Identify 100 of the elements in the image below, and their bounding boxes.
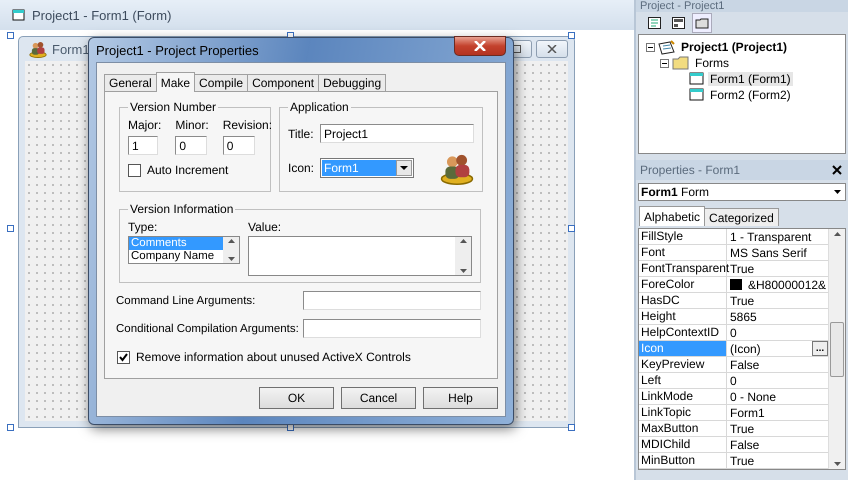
property-value: True xyxy=(730,422,754,436)
tab[interactable]: Component xyxy=(247,74,320,91)
form-icon xyxy=(689,88,705,102)
property-name[interactable]: HelpContextID xyxy=(639,325,727,340)
form-icon xyxy=(672,17,684,29)
property-name[interactable]: Font xyxy=(639,245,727,260)
collapse-icon[interactable] xyxy=(660,58,669,68)
arguments-field[interactable] xyxy=(302,319,481,338)
resize-handle[interactable] xyxy=(7,424,14,431)
value-field[interactable] xyxy=(248,236,472,276)
scroll-up-icon[interactable] xyxy=(228,239,234,243)
field-label: Title: xyxy=(288,126,314,140)
tab[interactable]: Compile xyxy=(194,74,248,91)
number-field[interactable]: 1 xyxy=(128,136,158,155)
tab[interactable]: Make xyxy=(156,72,196,92)
property-name[interactable]: FontTransparent xyxy=(639,261,727,276)
resize-handle[interactable] xyxy=(568,225,575,232)
close-button[interactable] xyxy=(454,36,506,56)
property-name[interactable]: MaxButton xyxy=(639,421,727,436)
field-label: Major: xyxy=(128,118,162,132)
property-name[interactable]: FillStyle xyxy=(639,229,727,244)
resize-handle[interactable] xyxy=(7,225,14,232)
tab[interactable]: Categorized xyxy=(704,208,779,226)
form-icon xyxy=(689,72,705,86)
checkbox[interactable] xyxy=(128,164,141,176)
dropdown-icon[interactable] xyxy=(834,190,841,194)
property-name[interactable]: KeyPreview xyxy=(639,357,727,372)
scroll-down-icon[interactable] xyxy=(228,257,234,261)
property-value: Form1 xyxy=(730,406,765,420)
close-button[interactable] xyxy=(830,163,844,177)
property-name[interactable]: LinkTopic xyxy=(639,405,727,420)
object-dropdown[interactable]: Form1 Form xyxy=(638,183,846,201)
resize-handle[interactable] xyxy=(7,32,14,39)
field-label: Value: xyxy=(248,220,282,234)
list-item[interactable]: Company Name xyxy=(129,250,223,263)
toggle-folders-button[interactable] xyxy=(692,13,712,33)
project-icon xyxy=(658,40,676,54)
users-icon xyxy=(29,40,47,58)
dialog-button[interactable]: Help xyxy=(423,387,498,409)
property-value: True xyxy=(730,262,754,276)
property-value: 5865 xyxy=(730,310,757,324)
code-icon xyxy=(648,17,660,29)
property-name[interactable]: ForeColor xyxy=(639,277,727,292)
checkbox-label: Remove information about unused ActiveX Controls xyxy=(136,350,411,364)
property-name[interactable]: Left xyxy=(639,373,727,388)
dialog-button[interactable]: Cancel xyxy=(341,387,416,409)
scroll-down-icon[interactable] xyxy=(834,462,840,466)
property-name[interactable]: HasDC xyxy=(639,293,727,308)
arguments-field[interactable] xyxy=(302,291,481,310)
close-button[interactable] xyxy=(536,40,568,58)
form-icon xyxy=(12,8,26,22)
property-name[interactable]: LinkMode xyxy=(639,389,727,404)
dialog-button[interactable]: OK xyxy=(259,387,334,409)
window-title: Project1 - Form1 (Form) xyxy=(32,8,172,22)
dropdown-button[interactable] xyxy=(396,160,412,176)
group-label: Version Information xyxy=(129,202,234,216)
form-title: Form1 xyxy=(52,42,90,56)
scroll-up-icon[interactable] xyxy=(460,239,466,243)
tree-item[interactable]: Form1 (Form1) xyxy=(708,72,793,86)
panel-title: Project - Project1 xyxy=(640,0,726,12)
property-name[interactable]: MinButton xyxy=(639,453,727,468)
property-name[interactable]: Height xyxy=(639,309,727,324)
property-value: 0 xyxy=(730,326,737,340)
number-field[interactable]: 0 xyxy=(175,136,208,155)
scroll-down-icon[interactable] xyxy=(460,269,466,273)
property-value: MS Sans Serif xyxy=(730,246,807,260)
tree-item[interactable]: Forms xyxy=(693,56,731,70)
title-field[interactable]: Project1 xyxy=(320,124,474,143)
close-icon xyxy=(474,41,486,51)
panel-title: Properties - Form1 xyxy=(640,163,742,177)
checkbox[interactable] xyxy=(117,350,130,364)
tab[interactable]: Debugging xyxy=(318,74,386,91)
field-label: Revision: xyxy=(222,118,272,132)
caret-icon xyxy=(400,166,408,170)
close-icon xyxy=(832,165,842,175)
folder-icon xyxy=(695,18,709,28)
tree-item[interactable]: Form2 (Form2) xyxy=(708,88,793,102)
field-label: Conditional Compilation Arguments: xyxy=(116,322,299,334)
resize-handle[interactable] xyxy=(568,424,575,431)
scroll-up-icon[interactable] xyxy=(834,232,840,236)
dialog-title: Project1 - Project Properties xyxy=(96,42,260,58)
tab[interactable]: Alphabetic xyxy=(639,206,706,226)
checkbox-label: Auto Increment xyxy=(147,163,228,177)
tab[interactable]: General xyxy=(104,74,157,91)
property-name[interactable]: MDIChild xyxy=(639,437,727,452)
group-label: Application xyxy=(289,100,350,114)
number-field[interactable]: 0 xyxy=(222,136,255,155)
scrollbar-thumb[interactable] xyxy=(830,322,844,376)
group-label: Version Number xyxy=(129,100,218,114)
resize-handle[interactable] xyxy=(568,32,575,39)
property-value: True xyxy=(730,294,754,308)
field-label: Type: xyxy=(128,220,158,234)
property-value: 1 - Transparent xyxy=(730,230,812,244)
property-value: False xyxy=(730,358,760,372)
property-value: &H80000012& xyxy=(748,278,826,292)
field-label: Command Line Arguments: xyxy=(116,294,256,306)
collapse-icon[interactable] xyxy=(646,42,655,52)
property-value: True xyxy=(730,454,754,468)
browse-button[interactable]: ... xyxy=(812,341,828,356)
tree-item[interactable]: Project1 (Project1) xyxy=(679,40,790,54)
